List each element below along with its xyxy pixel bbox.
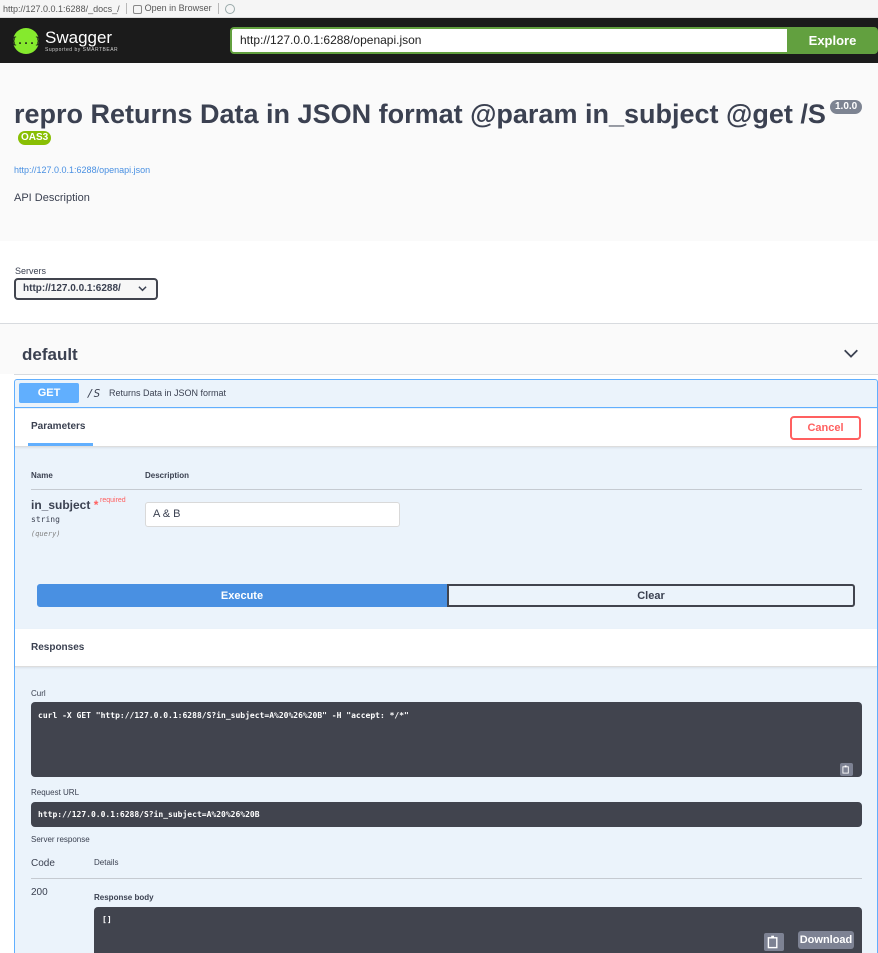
parameter-name: in_subject *: [31, 498, 98, 512]
active-tab-indicator: [28, 443, 93, 446]
swagger-logo[interactable]: {...} Swagger Supported by SMARTBEAR: [11, 28, 118, 54]
open-in-browser-button[interactable]: Open in Browser: [132, 3, 212, 14]
response-body-box: [] Download: [94, 907, 862, 953]
table-divider: [31, 489, 862, 490]
servers-selected-value: http://127.0.0.1:6288/: [23, 283, 121, 294]
required-label: required: [100, 497, 126, 504]
server-response-label: Server response: [31, 835, 90, 844]
logo-subtitle: Supported by SMARTBEAR: [45, 47, 119, 53]
open-in-browser-label: Open in Browser: [144, 3, 212, 14]
operation-get-s: GET /S Returns Data in JSON format Param…: [14, 379, 878, 953]
curl-command: curl -X GET "http://127.0.0.1:6288/S?in_…: [38, 711, 409, 720]
details-header: Details: [94, 858, 119, 867]
api-description: API Description: [14, 192, 90, 204]
parameter-name-text: in_subject: [31, 498, 91, 512]
version-badge: 1.0.0: [830, 100, 863, 114]
browser-toolbar: http://127.0.0.1:6288/_docs_/ Open in Br…: [0, 0, 878, 18]
execute-button[interactable]: Execute: [37, 584, 447, 607]
response-table-divider: [31, 878, 862, 879]
tag-header-default[interactable]: default: [0, 324, 878, 374]
execute-button-group: Execute Clear: [37, 584, 855, 607]
browser-address[interactable]: http://127.0.0.1:6288/_docs_/: [3, 4, 120, 14]
tag-divider: [14, 374, 878, 375]
curl-label: Curl: [31, 689, 46, 698]
toolbar-separator: [125, 3, 127, 14]
request-url-label: Request URL: [31, 788, 80, 797]
toolbar-separator: [217, 3, 219, 14]
response-code: 200: [31, 887, 48, 898]
cancel-button[interactable]: Cancel: [790, 416, 861, 440]
responses-title: Responses: [31, 642, 85, 653]
refresh-icon[interactable]: [224, 3, 235, 14]
response-body: []: [102, 915, 112, 924]
required-star: *: [93, 498, 99, 512]
copy-icon[interactable]: [764, 933, 784, 951]
column-header-description: Description: [145, 471, 190, 480]
parameters-header: Parameters Cancel: [15, 409, 877, 447]
tag-name: default: [22, 345, 78, 364]
request-url: http://127.0.0.1:6288/S?in_subject=A%20%…: [38, 810, 260, 819]
logo-title: Swagger: [45, 28, 113, 47]
explore-button[interactable]: Explore: [787, 27, 878, 54]
operation-path: /S: [87, 387, 101, 400]
api-info: repro Returns Data in JSON format @param…: [0, 63, 878, 241]
operation-summary[interactable]: GET /S Returns Data in JSON format: [15, 380, 877, 408]
swagger-logo-icon: {...}: [11, 28, 41, 54]
responses-header: Responses: [15, 629, 877, 667]
copy-icon[interactable]: [840, 763, 853, 776]
method-badge: GET: [19, 383, 79, 403]
spec-url-input[interactable]: http://127.0.0.1:6288/openapi.json: [230, 27, 787, 54]
swagger-topbar: {...} Swagger Supported by SMARTBEAR htt…: [0, 18, 878, 63]
oas-badge: OAS3: [18, 131, 52, 145]
operation-description: Returns Data in JSON format: [109, 388, 227, 398]
code-header: Code: [31, 858, 55, 869]
spec-link[interactable]: http://127.0.0.1:6288/openapi.json: [14, 165, 150, 175]
column-header-name: Name: [31, 471, 53, 480]
in-subject-input[interactable]: A & B: [145, 502, 400, 527]
page-icon: [132, 4, 142, 14]
response-body-label: Response body: [94, 893, 154, 902]
servers-select[interactable]: http://127.0.0.1:6288/: [14, 278, 158, 300]
swagger-logo-text: Swagger Supported by SMARTBEAR: [45, 29, 118, 53]
curl-box: curl -X GET "http://127.0.0.1:6288/S?in_…: [31, 702, 862, 777]
parameter-type: string: [31, 515, 60, 524]
request-url-box: http://127.0.0.1:6288/S?in_subject=A%20%…: [31, 802, 862, 827]
download-button[interactable]: Download: [798, 931, 854, 949]
servers-label: Servers: [15, 266, 47, 276]
clear-button[interactable]: Clear: [447, 584, 855, 607]
chevron-down-icon[interactable]: [842, 344, 860, 362]
tab-parameters[interactable]: Parameters: [31, 421, 85, 432]
chevron-down-icon: [138, 281, 147, 299]
api-title: repro Returns Data in JSON format @param…: [14, 99, 826, 129]
parameter-location: (query): [31, 530, 61, 538]
